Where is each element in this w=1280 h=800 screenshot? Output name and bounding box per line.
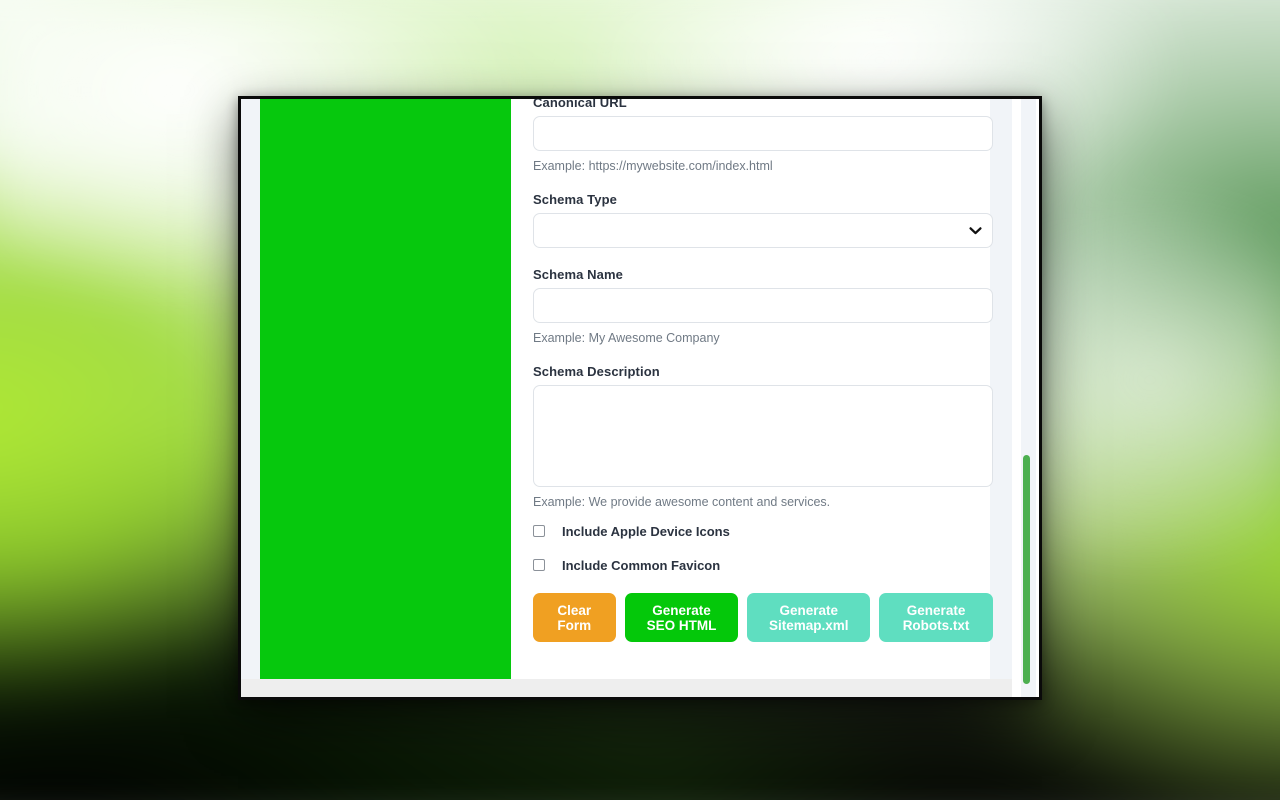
vertical-scrollbar-track[interactable] — [1021, 99, 1036, 697]
schema-description-group: Schema Description Example: We provide a… — [533, 364, 993, 509]
canonical-url-group: Canonical URL Example: https://mywebsite… — [533, 99, 993, 173]
page-left-gutter — [241, 99, 260, 679]
schema-name-group: Schema Name Example: My Awesome Company — [533, 267, 993, 345]
common-favicon-checkbox-row[interactable]: Include Common Favicon — [533, 555, 993, 575]
canonical-url-input[interactable] — [533, 116, 993, 151]
generate-sitemap-button[interactable]: Generate Sitemap.xml — [747, 593, 871, 642]
schema-name-hint: Example: My Awesome Company — [533, 331, 720, 345]
schema-description-hint: Example: We provide awesome content and … — [533, 495, 831, 509]
page-viewport: Canonical URL Example: https://mywebsite… — [241, 99, 1039, 697]
page-right-gutter — [990, 99, 1012, 679]
green-hero-panel — [260, 99, 511, 685]
schema-type-group: Schema Type — [533, 192, 993, 248]
clear-form-button[interactable]: Clear Form — [533, 593, 616, 642]
schema-type-label: Schema Type — [533, 192, 617, 207]
schema-name-input[interactable] — [533, 288, 993, 323]
canonical-url-hint: Example: https://mywebsite.com/index.htm… — [533, 159, 773, 173]
schema-description-textarea[interactable] — [533, 385, 993, 487]
include-common-favicon-checkbox[interactable] — [533, 559, 545, 571]
page-footer-band — [241, 679, 1012, 697]
form-action-buttons: Clear Form Generate SEO HTML Generate Si… — [533, 593, 994, 642]
seo-form: Canonical URL Example: https://mywebsite… — [533, 99, 994, 642]
browser-window: Canonical URL Example: https://mywebsite… — [238, 96, 1042, 700]
generate-seo-html-button[interactable]: Generate SEO HTML — [624, 593, 739, 642]
schema-type-select[interactable] — [533, 213, 993, 248]
include-apple-device-icons-label: Include Apple Device Icons — [562, 523, 730, 539]
schema-description-label: Schema Description — [533, 364, 660, 379]
vertical-scrollbar-thumb[interactable] — [1023, 455, 1030, 684]
apple-icons-checkbox-row[interactable]: Include Apple Device Icons — [533, 521, 993, 541]
include-apple-device-icons-checkbox[interactable] — [533, 525, 545, 537]
generate-robots-button[interactable]: Generate Robots.txt — [879, 593, 994, 642]
schema-name-label: Schema Name — [533, 267, 623, 282]
canonical-url-label: Canonical URL — [533, 99, 627, 110]
schema-type-select-wrap — [533, 213, 993, 248]
include-common-favicon-label: Include Common Favicon — [562, 557, 721, 573]
